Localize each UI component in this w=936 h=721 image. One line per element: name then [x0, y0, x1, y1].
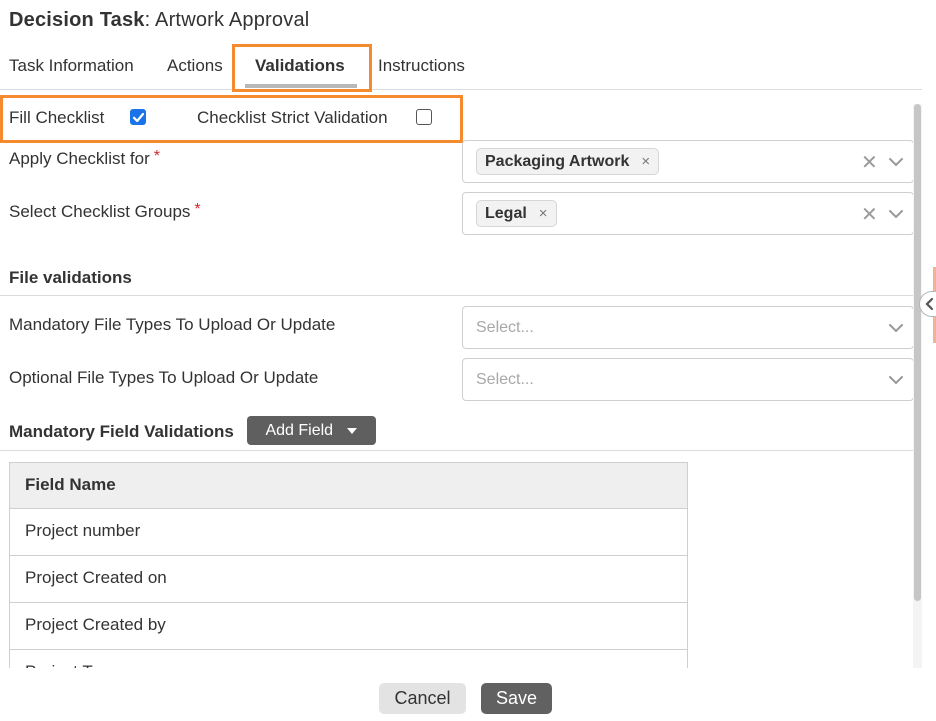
chip-legal: Legal ×: [476, 200, 557, 227]
clear-icon[interactable]: ✕: [861, 150, 878, 175]
mandatory-file-types-select[interactable]: Select...: [462, 306, 914, 349]
chevron-down-icon[interactable]: [888, 374, 904, 386]
strict-validation-label: Checklist Strict Validation: [197, 108, 388, 127]
section-divider: [0, 295, 913, 296]
select-placeholder: Select...: [476, 319, 534, 336]
tab-actions[interactable]: Actions: [167, 56, 223, 76]
chip-remove-icon[interactable]: ×: [539, 205, 548, 222]
add-field-button[interactable]: Add Field: [247, 416, 376, 445]
tab-bar: Task Information Actions Validations Ins…: [0, 44, 922, 90]
chip-packaging-artwork: Packaging Artwork ×: [476, 148, 660, 175]
add-field-label: Add Field: [265, 422, 334, 439]
optional-file-types-label: Optional File Types To Upload Or Update: [9, 368, 319, 387]
apply-checklist-select[interactable]: Packaging Artwork × ✕: [462, 140, 914, 183]
save-button[interactable]: Save: [481, 683, 552, 714]
chevron-down-icon[interactable]: [888, 208, 904, 220]
fill-checklist-checkbox[interactable]: [130, 109, 146, 125]
table-row[interactable]: Project Created by: [10, 603, 687, 650]
file-validations-title: File validations: [9, 268, 132, 287]
check-icon: [132, 112, 145, 123]
table-header-field-name: Field Name: [10, 463, 687, 509]
fill-checklist-label: Fill Checklist: [9, 108, 105, 127]
tab-instructions[interactable]: Instructions: [378, 56, 465, 76]
checklist-groups-label: Select Checklist Groups *: [9, 201, 201, 222]
cancel-button[interactable]: Cancel: [379, 683, 466, 714]
chip-label: Packaging Artwork: [485, 153, 630, 170]
apply-checklist-label-text: Apply Checklist for: [9, 149, 150, 168]
mandatory-file-types-label: Mandatory File Types To Upload Or Update: [9, 315, 336, 334]
select-placeholder: Select...: [476, 371, 534, 388]
strict-validation-checkbox[interactable]: [416, 109, 432, 125]
chevron-down-icon[interactable]: [888, 156, 904, 168]
page-title: Decision Task: Artwork Approval: [9, 9, 309, 32]
field-validations-title: Mandatory Field Validations: [9, 422, 234, 441]
tab-validations[interactable]: Validations: [255, 56, 345, 76]
field-validations-table: Field Name Project number Project Create…: [9, 462, 688, 668]
table-row[interactable]: Project Type: [10, 650, 687, 668]
chip-remove-icon[interactable]: ×: [641, 153, 650, 170]
table-row[interactable]: Project Created on: [10, 556, 687, 603]
section-divider: [0, 450, 913, 451]
required-mark: *: [153, 148, 161, 165]
tab-task-information[interactable]: Task Information: [9, 56, 134, 76]
apply-checklist-label: Apply Checklist for *: [9, 148, 161, 169]
table-row[interactable]: Project number: [10, 509, 687, 556]
caret-down-icon: [346, 427, 357, 434]
required-mark: *: [194, 201, 201, 218]
checklist-groups-label-text: Select Checklist Groups: [9, 202, 191, 221]
chevron-down-icon[interactable]: [888, 322, 904, 334]
scrollbar-thumb[interactable]: [914, 104, 921, 601]
task-type: Decision Task: [9, 9, 145, 31]
checklist-groups-select[interactable]: Legal × ✕: [462, 192, 914, 235]
chevron-left-icon: [925, 297, 934, 311]
clear-icon[interactable]: ✕: [861, 202, 878, 227]
chip-label: Legal: [485, 205, 527, 222]
task-name: : Artwork Approval: [144, 9, 310, 31]
active-tab-indicator: [245, 84, 357, 88]
optional-file-types-select[interactable]: Select...: [462, 358, 914, 401]
